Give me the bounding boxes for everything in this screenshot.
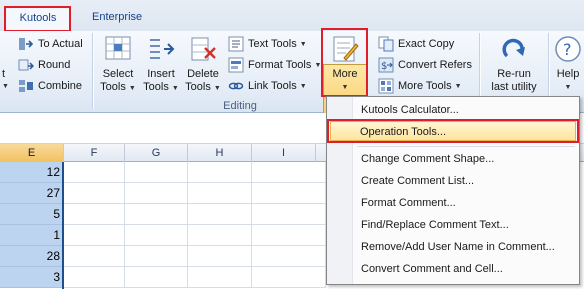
round-button[interactable]: Round: [18, 55, 70, 75]
select-tools-label-2-text: Tools: [100, 81, 126, 93]
text-tools-icon: [228, 36, 244, 52]
cell-g1[interactable]: [125, 162, 188, 183]
insert-tools-button[interactable]: Insert Tools ▼: [141, 34, 181, 95]
cell-f4[interactable]: [64, 225, 125, 246]
select-tools-icon: [105, 36, 131, 60]
column-header-e[interactable]: E: [0, 144, 64, 162]
text-tools-button[interactable]: Text Tools ▼: [228, 34, 307, 54]
insert-tools-label-2: Tools ▼: [143, 81, 179, 93]
cell-f3[interactable]: [64, 204, 125, 225]
menu-item-remove-add-user-name[interactable]: Remove/Add User Name in Comment...: [361, 237, 555, 257]
cell-h1[interactable]: [188, 162, 252, 183]
combine-icon: [19, 80, 33, 92]
format-tools-icon: [228, 57, 244, 73]
rerun-last-utility-button[interactable]: Re-run last utility: [484, 34, 544, 94]
format-tools-label: Format Tools: [248, 59, 312, 71]
cell-h3[interactable]: [188, 204, 252, 225]
cell-g5[interactable]: [125, 246, 188, 267]
kutools-tab-highlight-box: [4, 6, 71, 32]
rerun-icon: [502, 38, 525, 58]
delete-tools-label-2-text: Tools: [185, 81, 211, 93]
cell-h5[interactable]: [188, 246, 252, 267]
convert-refers-button[interactable]: $ Convert Refers: [378, 55, 472, 75]
column-header-f[interactable]: F: [64, 144, 125, 162]
cell-i4[interactable]: [252, 225, 326, 246]
cell-g6[interactable]: [125, 267, 188, 288]
group-separator: [92, 33, 93, 109]
insert-tools-label-1: Insert: [147, 68, 175, 80]
round-icon: [18, 59, 34, 71]
operation-tools-highlight-box: [327, 119, 579, 143]
cell-g4[interactable]: [125, 225, 188, 246]
format-tools-button[interactable]: Format Tools ▼: [228, 55, 321, 75]
insert-tools-label-2-text: Tools: [143, 81, 169, 93]
combine-button[interactable]: Combine: [18, 76, 82, 96]
selection-border: [0, 162, 64, 289]
to-actual-icon: [19, 38, 34, 50]
exact-copy-label: Exact Copy: [398, 38, 455, 50]
delete-tools-button[interactable]: Delete Tools ▼: [183, 34, 223, 95]
help-dropdown-arrow: ▼: [564, 84, 572, 91]
cell-f6[interactable]: [64, 267, 125, 288]
menu-item-kutools-calculator[interactable]: Kutools Calculator...: [361, 100, 459, 120]
more-tools-button[interactable]: More Tools ▼: [378, 76, 462, 96]
exact-copy-button[interactable]: Exact Copy: [378, 34, 454, 54]
rerun-label-1: Re-run: [497, 68, 531, 80]
column-header-h[interactable]: H: [188, 144, 252, 162]
cell-i2[interactable]: [252, 183, 326, 204]
menu-item-find-replace-comment-text[interactable]: Find/Replace Comment Text...: [361, 215, 509, 235]
convert-refers-icon: $: [378, 57, 394, 73]
column-header-g[interactable]: G: [125, 144, 188, 162]
link-tools-button[interactable]: Link Tools ▼: [228, 76, 307, 96]
editing-group-label: Editing: [223, 100, 257, 112]
cell-h6[interactable]: [188, 267, 252, 288]
menu-item-create-comment-list[interactable]: Create Comment List...: [361, 171, 474, 191]
cell-f1[interactable]: [64, 162, 125, 183]
cell-i1[interactable]: [252, 162, 326, 183]
help-icon: ?: [555, 36, 581, 62]
combine-label: Combine: [38, 80, 83, 92]
link-tools-label: Link Tools: [248, 80, 297, 92]
insert-tools-icon: [150, 39, 175, 59]
help-label: Help: [556, 68, 580, 80]
delete-tools-label-1: Delete: [187, 68, 219, 80]
menu-item-convert-comment-and-cell[interactable]: Convert Comment and Cell...: [361, 259, 503, 279]
help-button[interactable]: ? Help ▼: [552, 34, 584, 94]
to-actual-button[interactable]: To Actual: [18, 34, 83, 54]
cell-h4[interactable]: [188, 225, 252, 246]
ribbon-tab-bar: Kutools Enterprise: [0, 0, 584, 32]
to-actual-label: To Actual: [38, 38, 83, 50]
rerun-label-2: last utility: [491, 81, 537, 93]
menu-item-change-comment-shape[interactable]: Change Comment Shape...: [361, 149, 494, 169]
delete-tools-icon: [191, 37, 216, 61]
select-tools-button[interactable]: Select Tools ▼: [98, 34, 138, 95]
svg-text:?: ?: [563, 40, 572, 59]
cell-i5[interactable]: [252, 246, 326, 267]
menu-item-format-comment[interactable]: Format Comment...: [361, 193, 456, 213]
cell-g2[interactable]: [125, 183, 188, 204]
cell-f5[interactable]: [64, 246, 125, 267]
cell-i6[interactable]: [252, 267, 326, 288]
delete-tools-label-2: Tools ▼: [185, 81, 221, 93]
text-tools-label: Text Tools: [248, 38, 297, 50]
svg-text:$: $: [381, 61, 387, 72]
column-header-i[interactable]: I: [252, 144, 316, 162]
convert-refers-label: Convert Refers: [398, 59, 472, 71]
partial-arrow: ▼: [2, 82, 9, 90]
round-label: Round: [38, 59, 71, 71]
more-tools-label: More Tools: [398, 80, 452, 92]
tab-enterprise[interactable]: Enterprise: [80, 6, 154, 30]
menu-separator: [357, 146, 575, 147]
select-tools-label-1: Select: [102, 68, 134, 80]
exact-copy-icon: [378, 36, 394, 52]
cell-h2[interactable]: [188, 183, 252, 204]
more-button-highlight-box: [321, 28, 368, 97]
cell-g3[interactable]: [125, 204, 188, 225]
link-tools-icon: [228, 82, 244, 90]
cell-i3[interactable]: [252, 204, 326, 225]
more-tools-icon: [378, 78, 394, 94]
cell-f2[interactable]: [64, 183, 125, 204]
select-tools-label-2: Tools ▼: [100, 81, 136, 93]
